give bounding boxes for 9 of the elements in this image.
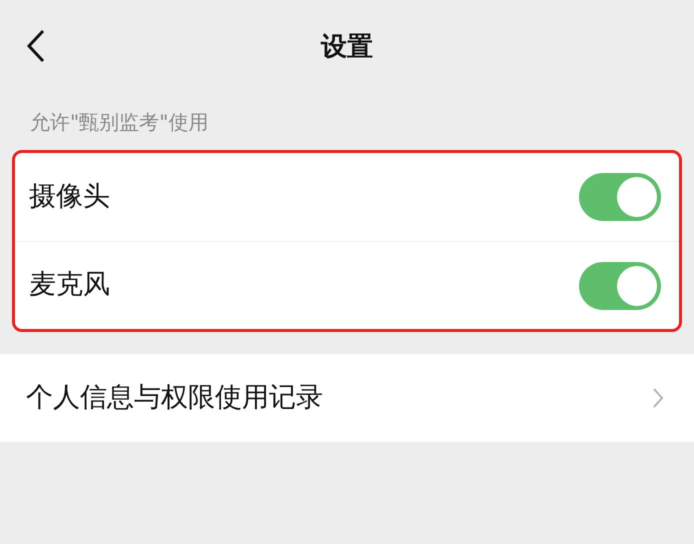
toggle-switch[interactable] (579, 173, 661, 221)
page-title: 设置 (321, 31, 373, 64)
settings-row[interactable]: 个人信息与权限使用记录 (0, 354, 694, 442)
permission-label: 麦克风 (29, 268, 110, 302)
toggle-switch[interactable] (579, 262, 661, 310)
chevron-icon (652, 387, 664, 409)
back-icon (26, 29, 46, 63)
section-label: 允许"甄别监考"使用 (29, 109, 210, 136)
permission-label: 摄像头 (29, 180, 110, 214)
